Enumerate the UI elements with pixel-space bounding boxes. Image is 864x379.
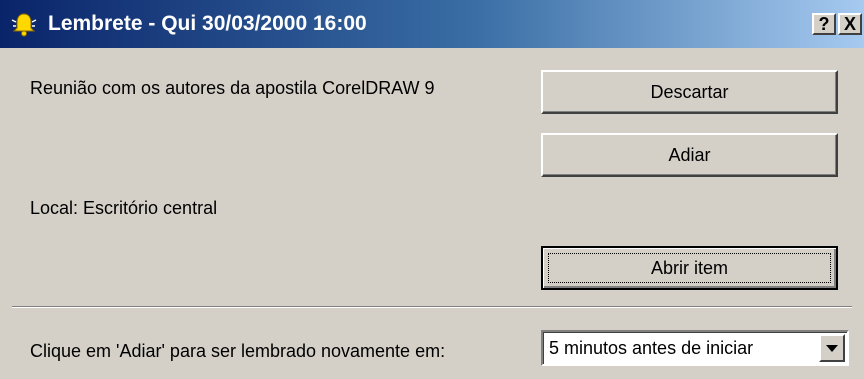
- snooze-time-select[interactable]: 5 minutos antes de iniciar: [541, 330, 849, 366]
- close-button[interactable]: X: [838, 13, 862, 35]
- snooze-button[interactable]: Adiar: [541, 133, 838, 177]
- dismiss-button-label: Descartar: [650, 81, 729, 102]
- dropdown-arrow-button[interactable]: [819, 334, 845, 362]
- window-title: Lembrete - Qui 30/03/2000 16:00: [48, 12, 367, 35]
- separator: [12, 306, 852, 308]
- bell-icon: [11, 13, 37, 37]
- help-button[interactable]: ?: [812, 13, 836, 35]
- title-bar[interactable]: Lembrete - Qui 30/03/2000 16:00 ? X: [0, 0, 864, 48]
- open-item-button[interactable]: Abrir item: [541, 246, 838, 290]
- snooze-prompt: Clique em 'Adiar' para ser lembrado nova…: [30, 341, 446, 361]
- reminder-location: Local: Escritório central: [30, 198, 218, 218]
- snooze-button-label: Adiar: [668, 144, 711, 165]
- chevron-down-icon: [826, 344, 838, 352]
- reminder-subject: Reunião com os autores da apostila Corel…: [30, 78, 435, 98]
- dismiss-button[interactable]: Descartar: [541, 70, 838, 114]
- open-item-button-label: Abrir item: [650, 257, 728, 278]
- reminder-window: Lembrete - Qui 30/03/2000 16:00 ? X Reun…: [0, 0, 864, 379]
- snooze-time-value: 5 minutos antes de iniciar: [549, 338, 754, 358]
